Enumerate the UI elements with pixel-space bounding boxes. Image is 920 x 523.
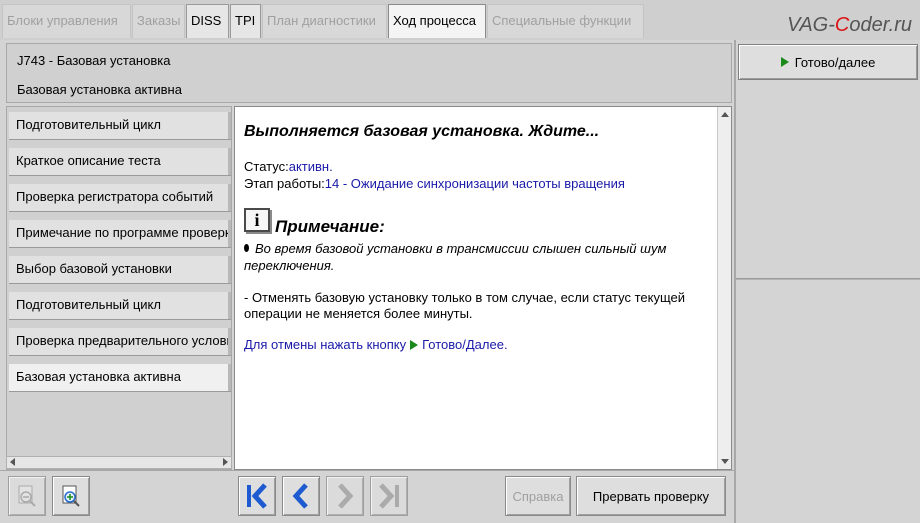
ready-next-button[interactable]: Готово/далее [738, 44, 918, 80]
zoom-out-icon [18, 485, 36, 507]
zoom-out-button[interactable] [8, 476, 46, 516]
brand-accent: C [834, 14, 850, 36]
last-step-icon [379, 483, 399, 509]
first-step-icon [247, 483, 267, 509]
help-button[interactable]: Справка [505, 476, 571, 516]
current-step-title: Базовая установка активна [17, 82, 182, 97]
info-icon: i [244, 208, 270, 232]
scroll-right-icon[interactable] [223, 458, 228, 466]
note-bullet-text: Во время базовой установки в трансмиссии… [244, 241, 667, 273]
content-scrollbar[interactable] [717, 107, 731, 469]
right-panel: Готово/далее [734, 40, 920, 523]
previous-step-icon [292, 483, 308, 509]
brand-suffix: oder.ru [849, 14, 912, 36]
play-icon [410, 339, 419, 350]
tab-tpi[interactable]: TPI [230, 4, 261, 38]
step-item[interactable]: Проверка регистратора событий [9, 184, 231, 211]
last-step-button[interactable] [370, 476, 408, 516]
stage-line: Этап работы:14 - Ожидание синхронизации … [244, 176, 625, 191]
step-item[interactable]: Подготовительный цикл [9, 292, 231, 319]
tab-orders: Заказы [132, 4, 185, 38]
note-heading: Примечание: [275, 217, 385, 236]
zoom-in-button[interactable] [52, 476, 90, 516]
step-item[interactable]: Примечание по программе проверки [9, 220, 231, 247]
tab-special-functions: Специальные функции [487, 4, 644, 38]
status-label: Статус: [244, 159, 289, 174]
bottom-toolbar: Справка Прервать проверку [0, 470, 734, 523]
step-list-scrollbar[interactable] [6, 456, 232, 469]
brand-prefix: VAG- [787, 14, 835, 36]
note-bullet: Во время базовой установки в трансмиссии… [244, 240, 714, 274]
play-icon [780, 57, 789, 67]
cancel-hint: Для отмены нажать кнопку Готово/Далее. [244, 337, 508, 352]
control-unit-title: J743 - Базовая установка [17, 53, 171, 68]
content-title: Выполняется базовая установка. Ждите... [244, 123, 600, 140]
step-list: Подготовительный цикл Краткое описание т… [6, 106, 232, 470]
cancel-hint-prefix: Для отмены нажать кнопку [244, 337, 407, 352]
right-panel-divider [736, 278, 920, 280]
cancel-hint-suffix: Готово/Далее. [422, 337, 508, 352]
step-item-current[interactable]: Базовая установка активна [9, 364, 231, 391]
next-step-button[interactable] [326, 476, 364, 516]
step-item[interactable]: Краткое описание теста [9, 148, 231, 175]
content-panel: Выполняется базовая установка. Ждите... … [234, 106, 732, 470]
next-step-icon [338, 483, 354, 509]
zoom-in-icon [62, 485, 80, 507]
brand-watermark: VAG-Coder.ru [787, 14, 912, 37]
scroll-up-icon[interactable] [721, 112, 729, 117]
scroll-left-icon[interactable] [10, 458, 15, 466]
tab-diagnostic-plan: План диагностики [262, 4, 387, 38]
tab-control-units: Блоки управления [2, 4, 131, 38]
step-item[interactable]: Выбор базовой установки [9, 256, 231, 283]
previous-step-button[interactable] [282, 476, 320, 516]
note-text: - Отменять базовую установку только в то… [244, 290, 685, 321]
ready-next-label: Готово/далее [794, 54, 876, 70]
tab-diss[interactable]: DISS [186, 4, 229, 38]
abort-test-button[interactable]: Прервать проверку [576, 476, 726, 516]
status-value: активн. [288, 159, 333, 174]
step-item[interactable]: Подготовительный цикл [9, 112, 231, 139]
status-line: Статус:активн. [244, 159, 333, 174]
scroll-down-icon[interactable] [721, 459, 729, 464]
first-step-button[interactable] [238, 476, 276, 516]
step-item[interactable]: Проверка предварительного условия [9, 328, 231, 355]
tab-bar: Блоки управления Заказы DISS TPI План ди… [0, 0, 920, 40]
stage-value: 14 - Ожидание синхронизации частоты вращ… [324, 176, 625, 191]
header-panel: J743 - Базовая установка Базовая установ… [6, 43, 732, 103]
tab-process[interactable]: Ход процесса [388, 4, 486, 38]
bullet-icon [244, 244, 249, 252]
stage-label: Этап работы: [244, 176, 325, 191]
